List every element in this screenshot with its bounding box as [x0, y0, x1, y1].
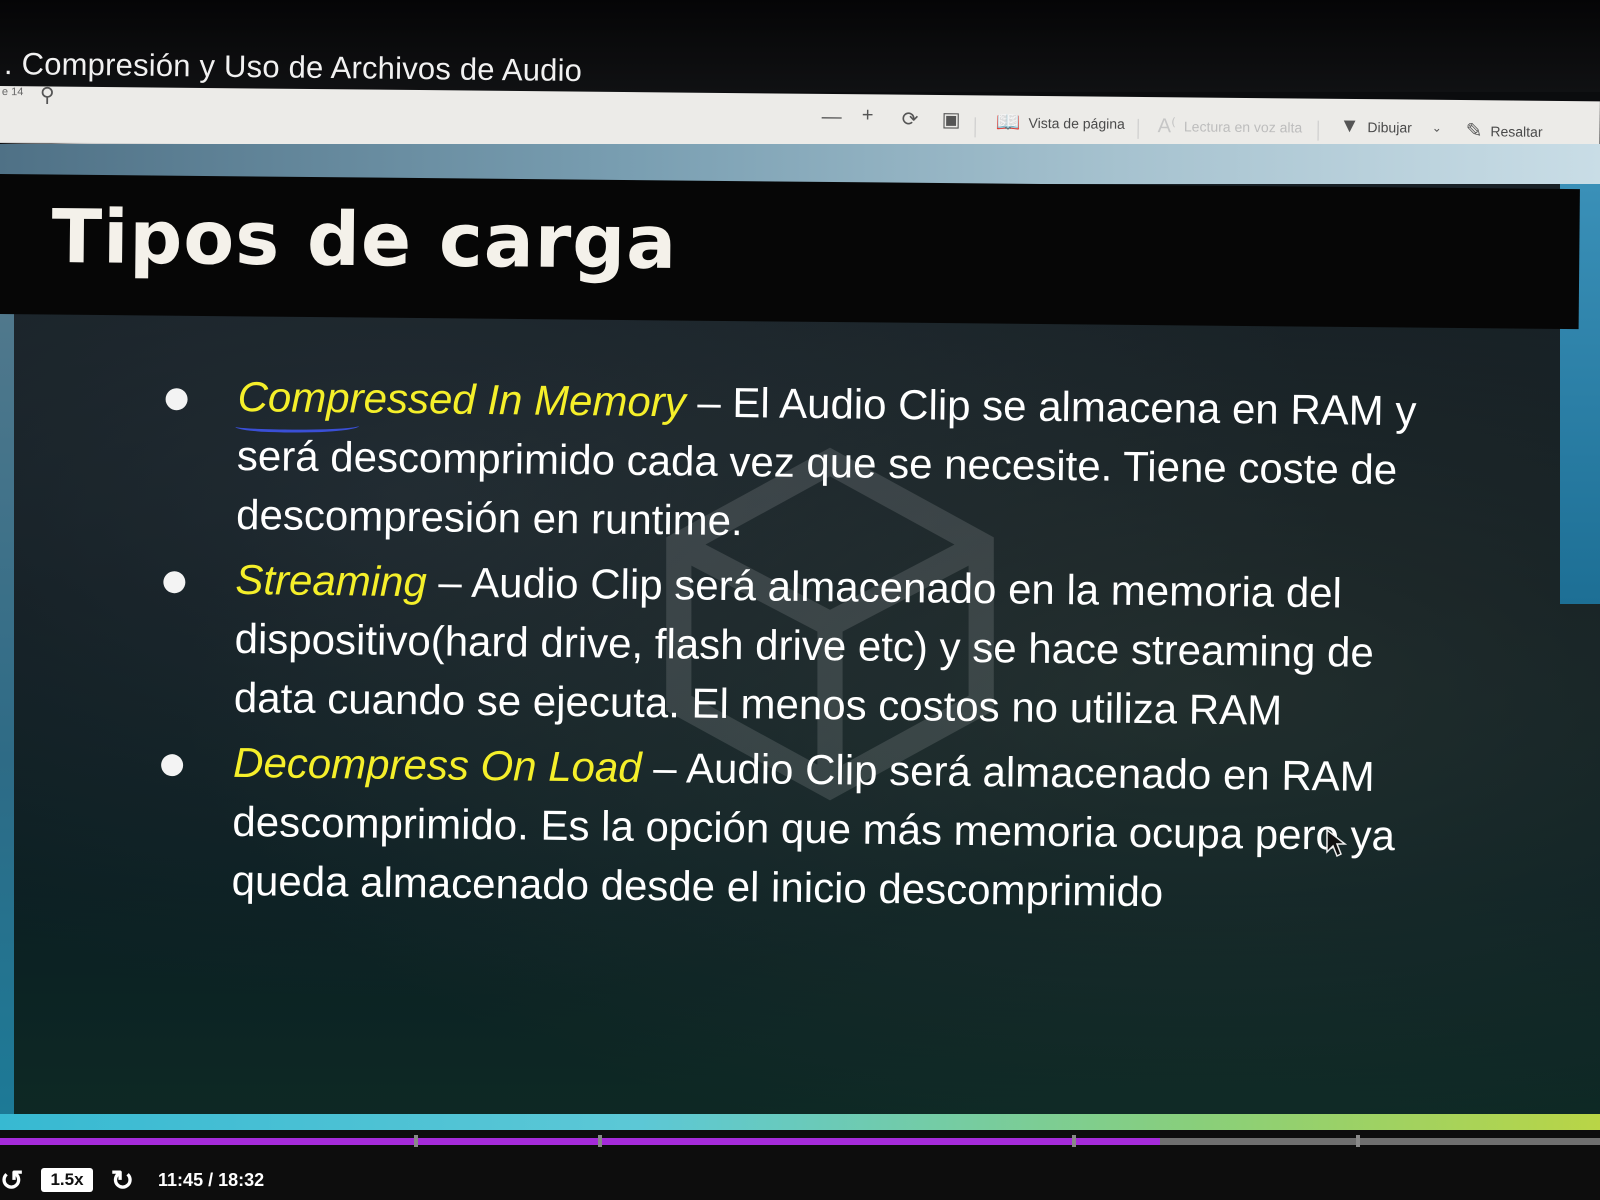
page-view-button[interactable]: 📖 Vista de página: [996, 110, 1125, 136]
video-player-bar: ↺ 1.5x ↻ 11:45 / 18:32: [0, 1130, 1600, 1200]
bullet-term: Decompress On Load: [232, 738, 642, 791]
chevron-down-icon: ⌄: [1431, 120, 1442, 135]
playback-time: 11:45 / 18:32: [158, 1169, 265, 1190]
bullet-streaming: Streaming – Audio Clip será almacenado e…: [156, 549, 1418, 741]
chapter-marker: [598, 1135, 602, 1147]
window-title: . Compresión y Uso de Archivos de Audio: [3, 46, 583, 89]
forward-icon[interactable]: ↻: [111, 1164, 134, 1197]
chapter-marker: [1072, 1135, 1076, 1147]
bullet-list: Compressed In Memory – El Audio Clip se …: [153, 366, 1420, 930]
bullet-term: Streaming: [235, 555, 428, 606]
slide-title: Tipos de carga: [51, 194, 678, 287]
zoom-in-button[interactable]: +: [862, 104, 874, 127]
rewind-icon[interactable]: ↺: [0, 1164, 23, 1197]
slide: Tipos de carga Compressed In Memory – El…: [0, 144, 1600, 1144]
progress-fill: [0, 1138, 1160, 1145]
highlighter-icon: ✎: [1465, 120, 1483, 143]
zoom-out-icon: —: [821, 105, 842, 129]
bullet-dot: [160, 754, 184, 777]
zoom-in-icon: +: [861, 104, 874, 127]
book-icon: 📖: [995, 111, 1021, 134]
page-view-label: Vista de página: [1028, 114, 1125, 132]
window-title-bar: . Compresión y Uso de Archivos de Audio: [0, 0, 1600, 92]
bullet-term: Compressed In Memory: [237, 372, 687, 426]
chapter-marker: [1356, 1135, 1360, 1147]
toolbar-divider: [1137, 118, 1139, 139]
bullet-dot: [163, 571, 186, 594]
toolbar-divider: [1317, 120, 1319, 141]
read-aloud-button[interactable]: A⁽ Lectura en voz alta: [1158, 113, 1303, 139]
fit-page-icon: ▣: [941, 109, 961, 132]
zoom-out-button[interactable]: —: [822, 106, 842, 129]
bullet-dot: [165, 388, 188, 411]
highlight-label: Resaltar: [1490, 122, 1543, 140]
rotate-icon: ⟳: [901, 108, 919, 131]
pen-icon: ▼: [1339, 114, 1360, 138]
toolbar-divider: [974, 117, 976, 138]
search-button[interactable]: ⚲: [40, 82, 55, 107]
search-icon: ⚲: [39, 84, 55, 107]
read-aloud-label: Lectura en voz alta: [1183, 117, 1303, 136]
mouse-cursor-icon: [1326, 828, 1347, 858]
playback-speed-button[interactable]: 1.5x: [41, 1168, 93, 1192]
read-aloud-icon: A⁽: [1157, 115, 1177, 138]
highlight-button[interactable]: ✎ Resaltar: [1466, 118, 1543, 144]
player-controls: ↺ 1.5x ↻ 11:45 / 18:32: [0, 1160, 264, 1200]
bullet-decompress-on-load: Decompress On Load – Audio Clip será alm…: [153, 732, 1415, 924]
chapter-marker: [414, 1135, 418, 1147]
rotate-button[interactable]: ⟳: [902, 107, 919, 132]
slide-left-decoration: [0, 184, 14, 1144]
draw-label: Dibujar: [1367, 118, 1412, 136]
page-indicator: e 14: [1, 86, 24, 99]
draw-button[interactable]: ▼ Dibujar ⌄: [1340, 115, 1442, 139]
fit-page-button[interactable]: ▣: [942, 107, 961, 132]
bullet-compressed-in-memory: Compressed In Memory – El Audio Clip se …: [158, 366, 1420, 558]
